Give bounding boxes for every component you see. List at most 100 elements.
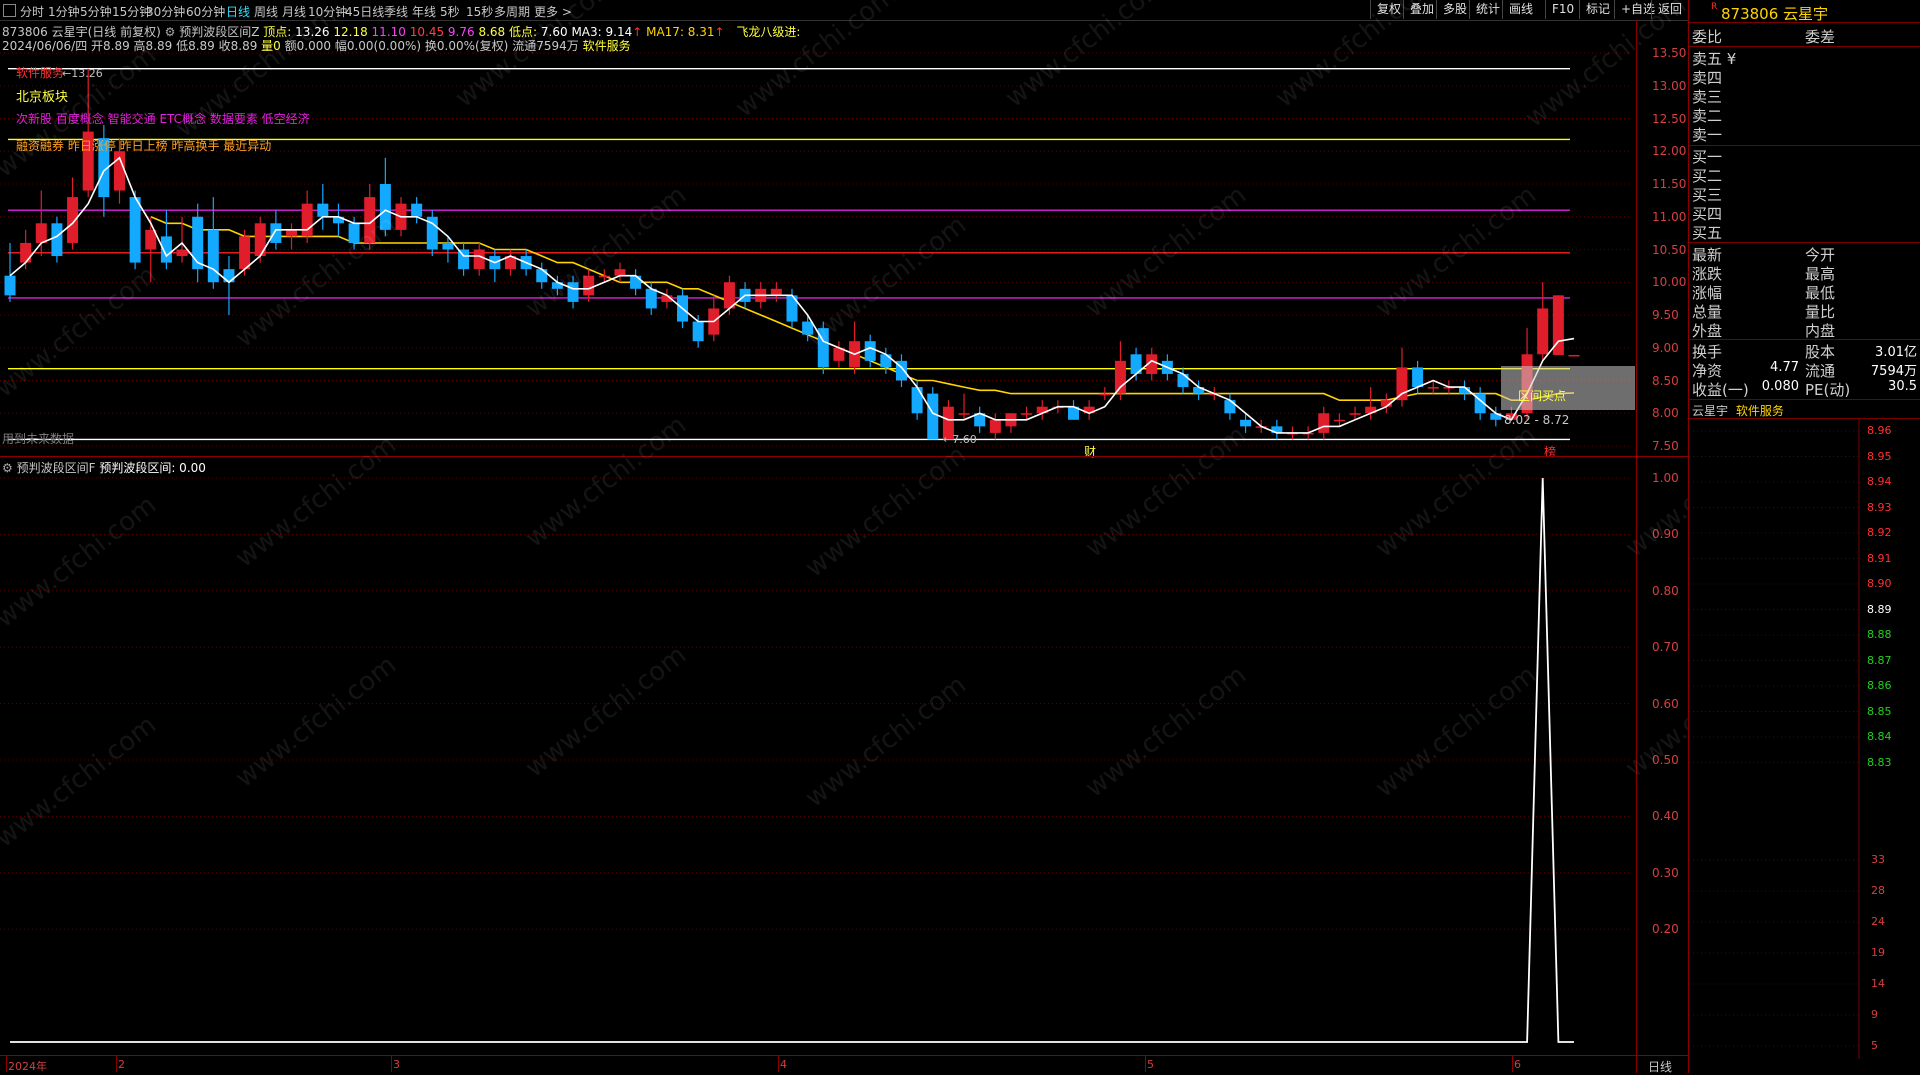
ma3-line: [9, 156, 1575, 434]
toolbar-button[interactable]: 统计: [1469, 0, 1506, 19]
candle-body: [1333, 419, 1345, 422]
toolbar-button[interactable]: 叠加: [1403, 0, 1440, 19]
candle: [145, 216, 157, 283]
date-tick: 2024年: [8, 1060, 47, 1073]
candle: [192, 203, 204, 283]
stat-label: 总量: [1692, 303, 1723, 321]
candle: [286, 223, 298, 250]
candle: [536, 262, 548, 289]
candle: [817, 321, 829, 374]
candle: [379, 157, 391, 237]
toolbar-button[interactable]: 多股: [1436, 0, 1473, 19]
rp-divider-3: [1689, 242, 1920, 243]
candle-body: [473, 249, 485, 270]
mini-price-label: 8.83: [1867, 755, 1892, 769]
timeframe-tab[interactable]: 5秒: [440, 3, 460, 20]
fund-label: 流通: [1805, 362, 1836, 380]
timeframe-tab[interactable]: 多周期: [494, 3, 530, 20]
candle-body: [1396, 367, 1408, 401]
sub-axis-label: 1.00: [1652, 471, 1679, 485]
candle-body: [1568, 354, 1580, 357]
candle-body: [1412, 367, 1424, 388]
price-axis-label: 11.00: [1652, 209, 1687, 224]
toolbar-button[interactable]: 画线: [1502, 0, 1539, 19]
candle-body: [458, 249, 470, 270]
stat-label: 今开: [1805, 246, 1836, 264]
panel-stock-title: 873806 云星宇: [1721, 5, 1829, 23]
candle: [802, 315, 814, 342]
sub-axis-label: 0.90: [1652, 527, 1679, 542]
window-menu-icon[interactable]: [3, 4, 16, 17]
candle-body: [1349, 413, 1361, 415]
sub-chart[interactable]: [0, 457, 1688, 1057]
timeframe-tab[interactable]: 60分钟: [186, 3, 225, 20]
timeframe-tab[interactable]: 30分钟: [146, 3, 185, 20]
stat-label: 涨跌: [1692, 265, 1723, 283]
candle: [583, 269, 595, 302]
buy-zone-label: 区间买点: [1518, 389, 1567, 403]
date-tick-mark: [6, 1055, 7, 1072]
date-tick: 5: [1147, 1058, 1154, 1071]
sub-axis-label: 0.30: [1652, 865, 1679, 880]
toolbar-button[interactable]: F10: [1545, 0, 1580, 19]
mini-title: 云星宇: [1692, 404, 1729, 418]
timeframe-tab[interactable]: 5分钟: [80, 3, 112, 20]
toolbar-button[interactable]: 返回: [1651, 0, 1688, 19]
fund-value: 3.01亿: [1875, 345, 1917, 360]
candle: [833, 341, 845, 368]
price-axis-label: 12.50: [1652, 111, 1687, 126]
candle: [317, 184, 329, 230]
timeframe-tab[interactable]: 季线: [384, 3, 408, 20]
timeframe-tab[interactable]: 45日线: [345, 3, 384, 20]
timeframe-toolbar: 分时 1分钟 5分钟 15分钟 30分钟 60分钟 日线 周线 月线 10分钟 45日线 季线 年线 5秒…: [0, 0, 1688, 21]
mini-volume-label: 9: [1871, 1008, 1878, 1021]
timeframe-tab[interactable]: 周线: [254, 3, 278, 20]
timeframe-tab[interactable]: 10分钟: [308, 3, 347, 20]
candle: [1568, 354, 1580, 357]
timeframe-tab[interactable]: 月线: [282, 3, 306, 20]
stat-label: 内盘: [1805, 322, 1836, 340]
fund-value: 7594万: [1870, 364, 1917, 379]
stat-label: 量比: [1805, 303, 1836, 321]
candle: [223, 256, 235, 315]
timeframe-tab[interactable]: 分时: [20, 3, 44, 20]
toolbar-button[interactable]: 复权: [1370, 0, 1407, 19]
stat-label: 涨幅: [1692, 284, 1723, 302]
bid-level: 买四: [1692, 205, 1723, 223]
candle-body: [645, 288, 657, 309]
candle-body: [20, 242, 32, 263]
fund-value: 0.080: [1761, 379, 1799, 394]
candle-body: [1427, 387, 1439, 389]
candle: [332, 203, 344, 237]
candle: [880, 347, 892, 374]
candle-body: [254, 223, 266, 257]
timeframe-tab[interactable]: 日线: [226, 3, 250, 20]
ma17-polyline: [150, 216, 1575, 402]
ask-level: 卖四: [1692, 69, 1723, 87]
candle: [364, 184, 376, 250]
quote-panel: R 873806 云星宇 委比 委差 卖五 ¥ 卖四 卖三 卖二 卖一 买一 买二 买三 买四…: [1688, 0, 1920, 1073]
future-data-note: 用到未来数据: [2, 432, 75, 446]
date-tick-mark: [778, 1055, 779, 1072]
candle-body: [286, 229, 298, 237]
date-tick: 2: [118, 1058, 125, 1071]
ask-level: 卖二: [1692, 107, 1723, 125]
date-axis-bar: [0, 1055, 1688, 1074]
candle-body: [176, 249, 188, 257]
timeframe-tab[interactable]: 更多 >: [534, 3, 572, 20]
candle-body: [207, 229, 219, 283]
toolbar-button[interactable]: 标记: [1579, 0, 1616, 19]
mini-volume-label: 33: [1871, 853, 1885, 866]
timeframe-tab[interactable]: 1分钟: [48, 3, 80, 20]
timeframe-tab[interactable]: 15秒: [466, 3, 493, 20]
timeframe-tab[interactable]: 年线: [412, 3, 436, 20]
candle-body: [958, 413, 970, 415]
date-tick-mark: [116, 1055, 117, 1072]
ask-level: 卖一: [1692, 126, 1723, 144]
candle-body: [1099, 393, 1111, 396]
peak-marker: ←13.26: [62, 67, 103, 80]
candle-body: [4, 275, 16, 296]
bid-level: 买二: [1692, 167, 1723, 185]
date-tick-mark: [391, 1055, 392, 1072]
rp-divider-5: [1689, 399, 1920, 400]
